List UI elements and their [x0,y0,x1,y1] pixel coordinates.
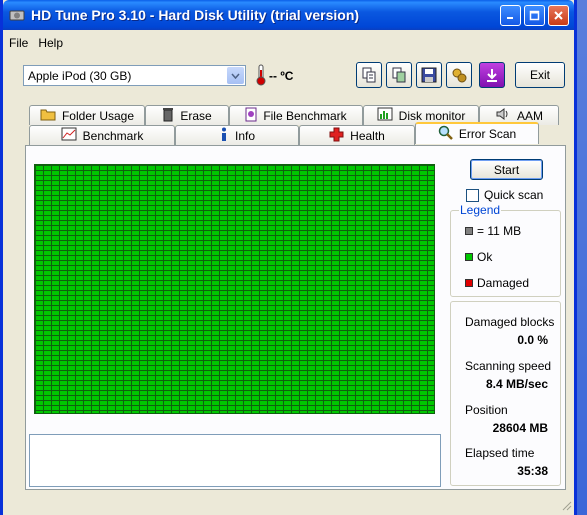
tab-label: Disk monitor [398,108,466,123]
tab-label: Error Scan [458,127,517,141]
minimize-button[interactable] [500,4,521,26]
legend-group: Legend = 11 MB Ok Damaged [450,203,561,297]
info-icon [219,127,229,145]
tab-label: Folder Usage [61,108,135,123]
scan-log[interactable] [29,434,441,487]
folder-icon [40,107,56,124]
close-button[interactable] [548,4,569,26]
legend-item-block-size: = 11 MB [465,224,521,238]
position-value: 28604 MB [492,421,548,435]
quick-scan-label: Quick scan [484,188,544,202]
legend-label: = 11 MB [477,224,522,238]
menu-help[interactable]: Help [38,36,63,54]
error-scan-panel: Start Quick scan Legend = 11 MB Ok Damag… [25,145,566,490]
tab-label: Benchmark [82,128,144,143]
green-swatch [465,253,473,261]
scanning-speed-value: 8.4 MB/sec [485,377,548,391]
tab-label: Health [350,128,385,143]
scanning-speed-label: Scanning speed [465,359,552,373]
tab-file-benchmark[interactable]: File Benchmark [229,105,363,125]
thermometer-icon [256,64,266,89]
trash-icon [162,107,174,125]
drive-select[interactable]: Apple iPod (30 GB) [23,65,246,86]
tab-error-scan[interactable]: Error Scan [415,122,539,144]
tab-folder-usage[interactable]: Folder Usage [29,105,145,125]
benchmark-icon [61,127,77,144]
toolbar: Apple iPod (30 GB) -- ºC Exit [21,61,569,91]
legend-label: Damaged [477,276,530,290]
disk-monitor-icon [377,107,393,124]
exit-button[interactable]: Exit [515,62,565,88]
tab-label: Erase [180,108,212,123]
copy-screen-icon [392,67,406,83]
legend-title: Legend [459,203,502,217]
menu-file[interactable]: File [9,36,28,54]
close-icon [554,10,563,20]
elapsed-time-label: Elapsed time [465,446,535,460]
health-cross-icon [329,127,344,145]
block-map [34,164,435,414]
title-bar[interactable]: HD Tune Pro 3.10 - Hard Disk Utility (tr… [3,0,574,30]
copy-text-button[interactable] [356,62,382,88]
menu-bar: File Help [9,36,73,54]
tab-info[interactable]: Info [175,125,299,145]
red-swatch [465,279,473,287]
temperature-readout: -- ºC [269,69,294,83]
stats-group: Damaged blocks 0.0 % Scanning speed 8.4 … [450,301,561,486]
maximize-icon [529,10,540,20]
quick-scan-checkbox[interactable] [466,188,479,202]
gray-swatch [465,227,473,235]
chevron-down-icon[interactable] [227,67,244,84]
quick-scan-option[interactable]: Quick scan [466,188,543,202]
maximize-button[interactable] [524,4,545,26]
copy-text-icon [362,67,376,83]
position-label: Position [465,403,508,417]
elapsed-time-value: 35:38 [517,464,548,478]
app-icon [9,7,25,23]
legend-item-ok: Ok [465,250,492,264]
tab-erase[interactable]: Erase [145,105,229,125]
options-icon [452,68,467,83]
tab-label: AAM [516,108,543,123]
options-button[interactable] [446,62,472,88]
tab-label: File Benchmark [263,108,347,123]
tab-benchmark[interactable]: Benchmark [29,125,175,145]
window-title: HD Tune Pro 3.10 - Hard Disk Utility (tr… [31,7,360,23]
tab-health[interactable]: Health [299,125,415,145]
damaged-blocks-value: 0.0 % [517,333,548,347]
legend-label: Ok [477,250,493,264]
legend-item-damaged: Damaged [465,276,529,290]
magnifier-icon [438,125,453,143]
download-button[interactable] [479,62,505,88]
tab-row-front: Benchmark Info Health Error Scan [29,122,539,145]
save-icon [421,67,437,83]
file-benchmark-icon [245,107,257,125]
download-icon [487,69,497,82]
save-button[interactable] [416,62,442,88]
tab-label: Info [234,128,255,143]
minimize-icon [507,16,513,19]
start-button[interactable]: Start [470,159,543,180]
drive-select-value: Apple iPod (30 GB) [28,68,132,83]
resize-grip-icon[interactable] [560,499,572,511]
app-window: HD Tune Pro 3.10 - Hard Disk Utility (tr… [0,0,577,515]
damaged-blocks-label: Damaged blocks [465,315,555,329]
copy-screenshot-button[interactable] [386,62,412,88]
